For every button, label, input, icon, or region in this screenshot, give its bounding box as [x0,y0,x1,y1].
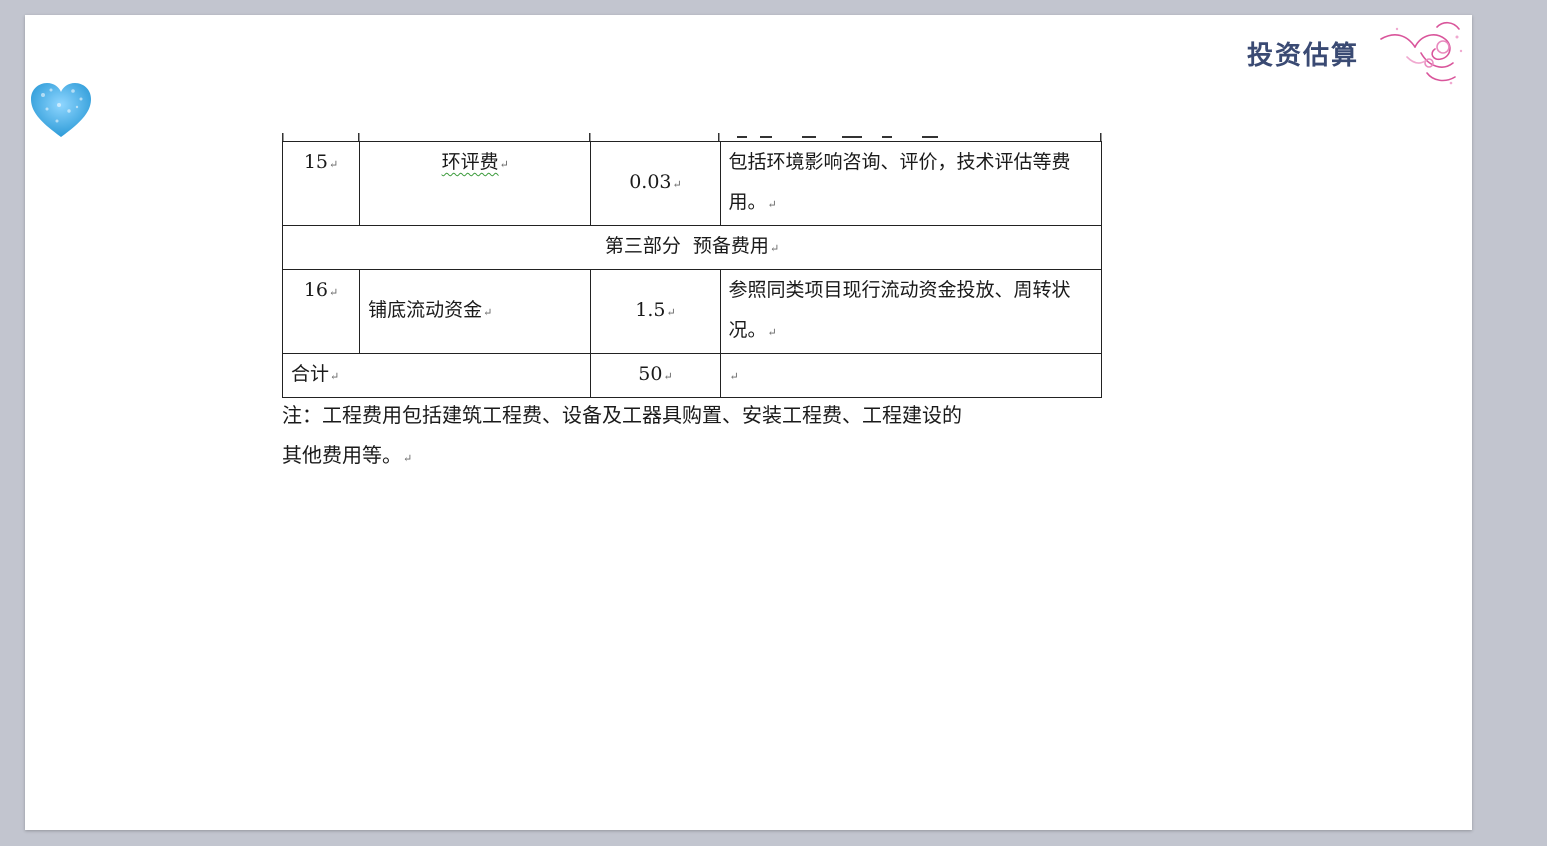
item-name-cell: 环评费↵ [359,141,592,226]
footnote-line: 其他费用等。↵ [282,443,413,467]
paragraph-mark: ↵ [729,370,739,383]
paragraph-mark: ↵ [329,158,339,171]
item-name-cell: 铺底流动资金↵ [359,269,592,354]
paragraph-mark: ↵ [330,370,340,383]
total-description-cell: ↵ [719,353,1103,398]
table-row: 15↵ 环评费↵ 0.03↵ 包括环境影响咨询、评价，技术评估等费用。↵ [281,141,1103,226]
total-amount: 50 [638,363,663,385]
total-amount-cell: 50↵ [590,353,721,398]
row-number-cell: 15↵ [281,141,361,226]
paragraph-mark: ↵ [663,370,673,383]
amount-value: 1.5 [635,299,666,321]
paragraph-mark: ↵ [666,306,676,319]
description-text: 参照同类项目现行流动资金投放、周转状况。 [728,279,1071,341]
paragraph-mark: ↵ [672,178,682,191]
budget-table-container: 15↵ 环评费↵ 0.03↵ 包括环境影响咨询、评价，技术评估等费用。↵ 第三部… [281,133,1104,398]
table-row: 16↵ 铺底流动资金↵ 1.5↵ 参照同类项目现行流动资金投放、周转状况。↵ [281,269,1103,354]
description-cell: 参照同类项目现行流动资金投放、周转状况。↵ [719,269,1103,354]
total-label: 合计 [291,363,330,385]
table-total-row: 合计↵ 50↵ ↵ [281,353,1103,398]
row-number: 15 [303,151,329,173]
row-number-cell: 16↵ [281,269,361,354]
swirl-ornament-icon [1380,21,1463,85]
clipped-previous-row [282,133,1102,141]
paragraph-mark: ↵ [403,452,413,465]
paragraph-mark: ↵ [499,158,509,171]
description-text: 包括环境影响咨询、评价，技术评估等费用。 [728,151,1071,213]
slide-page: 投资估算 15↵ 环评费↵ 0.03↵ 包括环境影响咨询、评价，技术评估等费用。… [25,15,1472,830]
amount-cell: 0.03↵ [590,141,721,226]
heart-icon [31,83,91,137]
total-label-cell: 合计↵ [281,353,592,398]
budget-table: 15↵ 环评费↵ 0.03↵ 包括环境影响咨询、评价，技术评估等费用。↵ 第三部… [281,141,1103,398]
table-section-row: 第三部分 预备费用↵ [282,225,1102,270]
item-name: 铺底流动资金 [368,299,483,321]
paragraph-mark: ↵ [483,306,493,319]
section-header-cell: 第三部分 预备费用↵ [282,225,1102,270]
description-cell: 包括环境影响咨询、评价，技术评估等费用。↵ [719,141,1103,226]
paragraph-mark: ↵ [769,242,780,255]
amount-cell: 1.5↵ [590,269,721,354]
amount-value: 0.03 [629,171,672,193]
footnote-line: 注：工程费用包括建筑工程费、设备及工器具购置、安装工程费、工程建设的 [282,403,962,427]
paragraph-mark: ↵ [767,198,777,211]
paragraph-mark: ↵ [767,326,777,339]
section-title: 第三部分 预备费用 [604,235,769,257]
paragraph-mark: ↵ [329,286,339,299]
footnote: 注：工程费用包括建筑工程费、设备及工器具购置、安装工程费、工程建设的 其他费用等… [282,395,1082,479]
page-title: 投资估算 [1247,41,1360,71]
item-name: 环评费 [441,151,499,173]
row-number: 16 [303,279,329,301]
